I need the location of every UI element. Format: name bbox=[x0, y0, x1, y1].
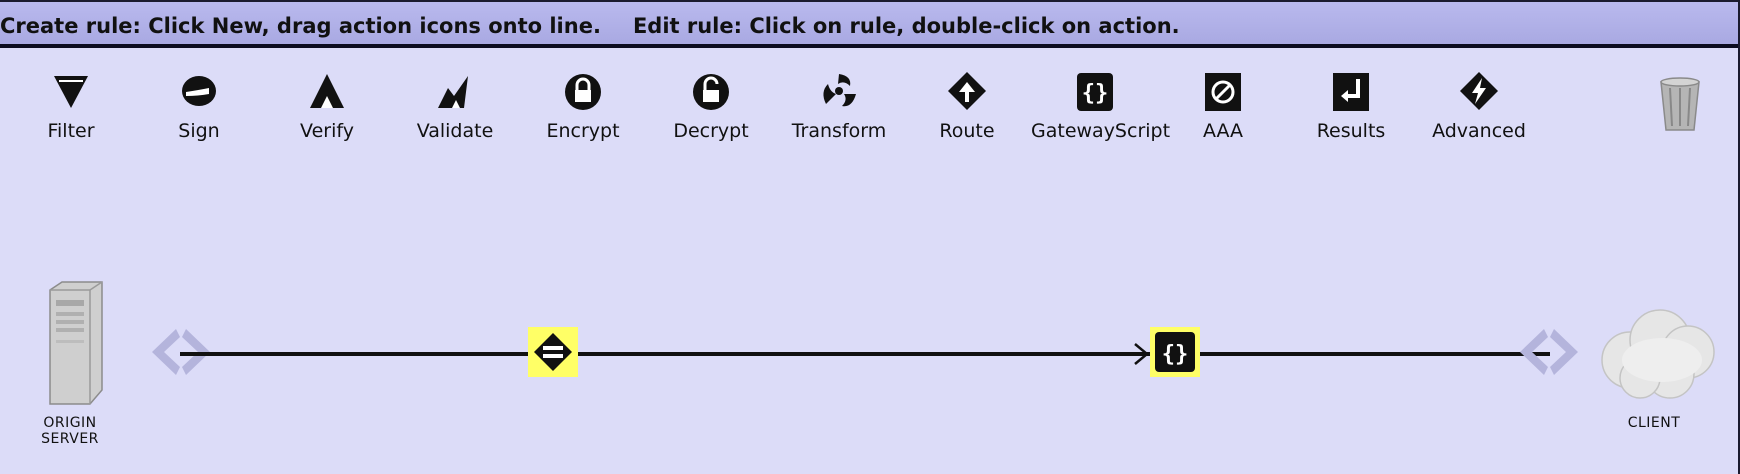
encrypt-icon bbox=[565, 74, 601, 110]
create-rule-instruction: Create rule: Click New, drag action icon… bbox=[0, 14, 601, 38]
palette-label: Sign bbox=[178, 120, 220, 142]
advanced-icon bbox=[1460, 72, 1498, 110]
palette-results[interactable]: Results bbox=[1287, 70, 1415, 150]
palette-advanced[interactable]: Advanced bbox=[1415, 70, 1543, 150]
gatewayscript-icon: {} bbox=[1077, 73, 1113, 111]
client-label: CLIENT bbox=[1627, 415, 1681, 431]
palette-label: Route bbox=[939, 120, 995, 142]
transform-icon bbox=[823, 74, 856, 107]
palette-sign[interactable]: Sign bbox=[135, 70, 263, 150]
trash-can-icon[interactable] bbox=[1658, 76, 1702, 134]
flow-arrow-icon bbox=[1134, 343, 1149, 365]
palette-filter[interactable]: Filter bbox=[7, 70, 135, 150]
action-palette: Filter Sign Verify Validate Encrypt Decr… bbox=[0, 70, 1740, 150]
palette-verify[interactable]: Verify bbox=[263, 70, 391, 150]
palette-route[interactable]: Route bbox=[903, 70, 1031, 150]
svg-text:{}: {} bbox=[1082, 81, 1109, 106]
palette-label: Results bbox=[1316, 120, 1386, 142]
route-icon bbox=[948, 72, 986, 110]
palette-label: Filter bbox=[47, 120, 95, 142]
decrypt-icon bbox=[693, 74, 729, 110]
processing-rule-line[interactable] bbox=[180, 352, 1550, 356]
output-connector-icon[interactable] bbox=[1518, 327, 1580, 377]
verify-icon bbox=[310, 74, 344, 108]
palette-label: Validate bbox=[416, 120, 494, 142]
gatewayscript-action[interactable]: {} bbox=[1150, 327, 1200, 377]
palette-label: Advanced bbox=[1432, 120, 1526, 142]
palette-validate[interactable]: Validate bbox=[391, 70, 519, 150]
palette-aaa[interactable]: AAA bbox=[1159, 70, 1287, 150]
server-label-line: SERVER bbox=[41, 431, 99, 447]
gatewayscript-icon: {} bbox=[1155, 332, 1195, 372]
aaa-icon bbox=[1205, 73, 1241, 111]
edit-rule-instruction: Edit rule: Click on rule, double-click o… bbox=[632, 14, 1180, 38]
palette-decrypt[interactable]: Decrypt bbox=[647, 70, 775, 150]
palette-label: Verify bbox=[300, 120, 354, 142]
palette-gatewayscript[interactable]: {} GatewayScript bbox=[1031, 70, 1171, 150]
palette-label: Decrypt bbox=[673, 120, 749, 142]
palette-label: AAA bbox=[1202, 120, 1244, 142]
origin-server-icon bbox=[49, 281, 103, 405]
palette-label: Encrypt bbox=[546, 120, 620, 142]
match-action[interactable] bbox=[528, 327, 578, 377]
filter-icon bbox=[54, 76, 88, 108]
results-icon bbox=[1333, 73, 1369, 111]
palette-label: Transform bbox=[791, 120, 887, 142]
origin-label-line: ORIGIN bbox=[43, 415, 97, 431]
sign-icon bbox=[182, 76, 216, 106]
palette-transform[interactable]: Transform bbox=[775, 70, 903, 150]
validate-icon bbox=[438, 76, 468, 108]
palette-encrypt[interactable]: Encrypt bbox=[519, 70, 647, 150]
instructions-bar: Create rule: Click New, drag action icon… bbox=[0, 2, 1738, 48]
match-icon bbox=[534, 333, 572, 371]
palette-label: GatewayScript bbox=[1031, 120, 1171, 142]
client-cloud-icon bbox=[1601, 309, 1715, 399]
svg-text:{}: {} bbox=[1162, 342, 1189, 367]
rule-canvas[interactable]: ORIGIN SERVER {} CLIENT bbox=[0, 160, 1740, 474]
origin-server-label: ORIGIN SERVER bbox=[22, 415, 118, 447]
